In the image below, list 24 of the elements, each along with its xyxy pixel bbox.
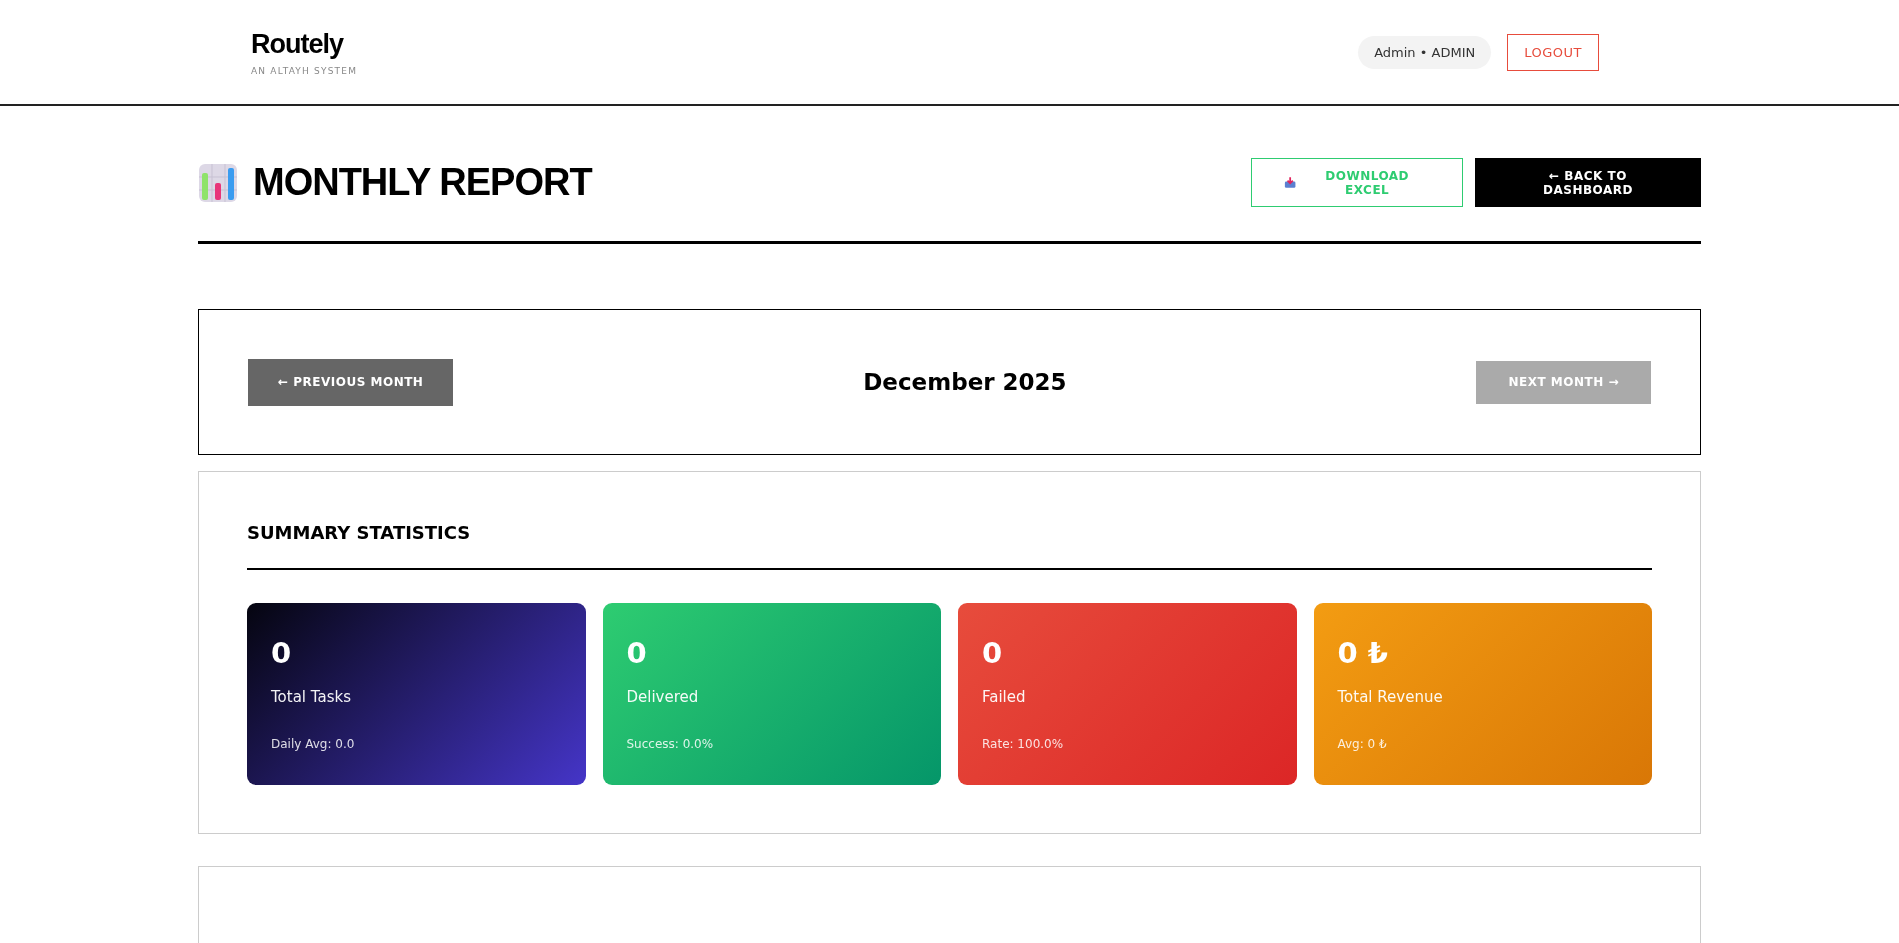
user-badge: Admin • ADMIN xyxy=(1358,35,1492,69)
stat-value: 0 xyxy=(626,636,648,670)
stat-label: Total Revenue xyxy=(1337,688,1444,706)
logout-button[interactable]: LOGOUT xyxy=(1507,33,1599,71)
brand-tagline: AN ALTAYH SYSTEM xyxy=(251,65,358,76)
stat-label: Failed xyxy=(982,688,1027,706)
stat-subtext: Avg: 0 ₺ xyxy=(1337,737,1388,751)
stat-subtext: Success: 0.0% xyxy=(626,737,715,751)
bar-chart-icon xyxy=(198,162,238,203)
stat-value: 0 xyxy=(982,636,1004,670)
stat-subtext: Rate: 100.0% xyxy=(982,737,1065,751)
page-title: MONTHLY REPORT xyxy=(253,161,592,204)
previous-month-button[interactable]: ← PREVIOUS MONTH xyxy=(248,358,454,406)
section-title: SUMMARY STATISTICS xyxy=(247,522,1652,570)
stat-subtext: Daily Avg: 0.0 xyxy=(271,737,356,751)
stat-label: Delivered xyxy=(626,688,700,706)
stat-value: 0 xyxy=(271,636,293,670)
brand-name: Routely xyxy=(251,28,345,60)
current-month: December 2025 xyxy=(863,369,1067,395)
back-button[interactable]: ← BACK TO DASHBOARD xyxy=(1475,158,1701,207)
download-excel-button[interactable]: DOWNLOAD EXCEL xyxy=(1251,158,1463,207)
stat-value: 0 ₺ xyxy=(1337,636,1389,670)
download-tray-icon xyxy=(1284,176,1297,189)
stat-label: Total Tasks xyxy=(271,688,352,706)
